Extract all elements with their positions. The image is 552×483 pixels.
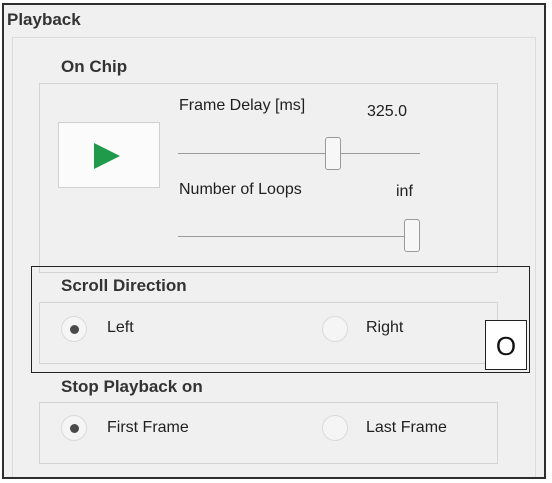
frame-delay-value: 325.0 — [367, 103, 408, 120]
number-of-loops-slider-thumb[interactable] — [404, 219, 420, 252]
stop-playback-title: Stop Playback on — [61, 377, 203, 396]
highlight-box — [31, 266, 530, 373]
panel-title: Playback — [7, 10, 81, 29]
marker-label: O — [485, 320, 527, 370]
stop-first-frame-radio[interactable] — [61, 415, 87, 441]
number-of-loops-value: inf — [396, 183, 413, 200]
play-button[interactable] — [58, 122, 160, 188]
play-icon — [94, 143, 120, 169]
number-of-loops-slider-track[interactable] — [178, 236, 420, 237]
frame-delay-slider-thumb[interactable] — [324, 137, 341, 170]
number-of-loops-label: Number of Loops — [179, 181, 302, 198]
stop-first-frame-label[interactable]: First Frame — [107, 419, 189, 437]
stop-last-frame-radio[interactable] — [322, 415, 348, 441]
stop-last-frame-label[interactable]: Last Frame — [366, 419, 447, 437]
on-chip-title: On Chip — [61, 57, 128, 76]
frame-delay-slider-track[interactable] — [178, 153, 420, 154]
frame-delay-label: Frame Delay [ms] — [179, 97, 306, 114]
